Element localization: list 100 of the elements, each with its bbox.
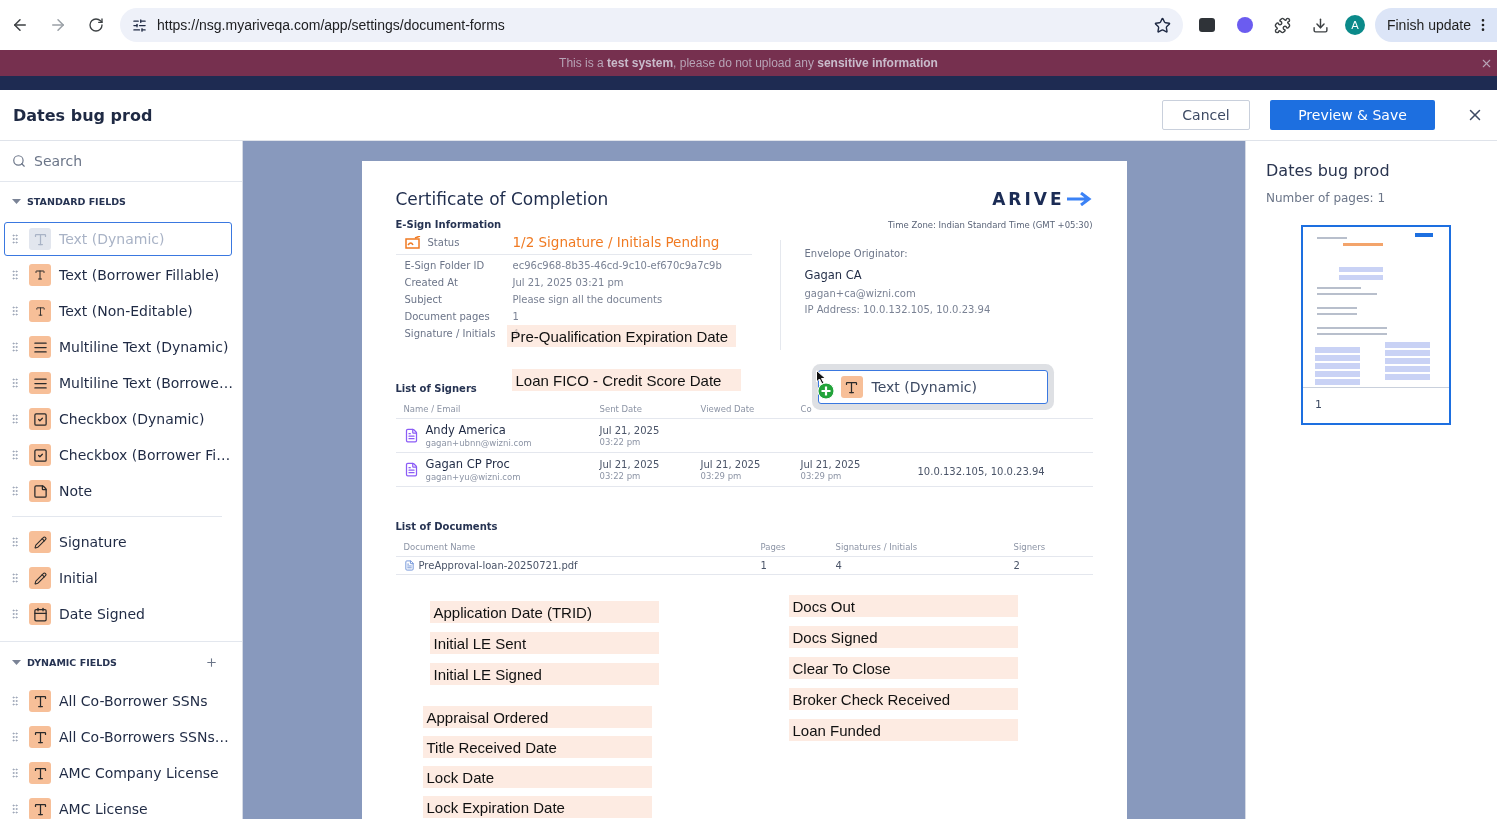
- column-header: Signatures / Initials: [835, 542, 919, 552]
- drag-handle-icon[interactable]: [9, 731, 21, 743]
- date-text: Jul 21, 2025: [599, 458, 661, 470]
- page-number: 1: [1315, 398, 1322, 411]
- time-text: 03:29 pm: [800, 470, 843, 481]
- document-name: PreApproval-loan-20250721.pdf: [418, 560, 578, 571]
- drag-handle-icon[interactable]: [9, 608, 21, 620]
- info-label: Created At: [404, 277, 459, 288]
- pencil-icon: [29, 567, 51, 589]
- field-type-item[interactable]: Multiline Text (Borrowe…: [4, 366, 232, 400]
- caret-down-icon[interactable]: [12, 658, 21, 667]
- placed-date-field[interactable]: Broker Check Received: [788, 688, 1018, 710]
- signer-name: Gagan CP Proc: [425, 457, 511, 471]
- info-value: Please sign all the documents: [512, 294, 663, 305]
- field-type-item[interactable]: All Co-Borrower SSNs: [4, 684, 232, 718]
- column-header: Pages: [760, 542, 787, 552]
- column-header: Document Name: [403, 542, 477, 552]
- table-cell-text: 2: [1013, 560, 1021, 571]
- bookmark-star-icon[interactable]: [1153, 16, 1171, 34]
- column-header: Signers: [1013, 542, 1047, 552]
- signature-icon: [404, 235, 422, 249]
- originator-email: gagan+ca@wizni.com: [804, 288, 917, 299]
- profile-avatar[interactable]: A: [1344, 15, 1365, 35]
- test-system-banner-text: This is a test system, please do not upload any sensitive information: [559, 56, 938, 70]
- drag-handle-icon[interactable]: [9, 269, 21, 281]
- placed-date-field[interactable]: Clear To Close: [788, 657, 1018, 679]
- multiline-text-icon: [29, 336, 51, 358]
- field-type-item[interactable]: Note: [4, 474, 232, 508]
- drag-handle-icon[interactable]: [9, 767, 21, 779]
- field-type-item[interactable]: Initial: [4, 561, 232, 595]
- letter-t-icon: [840, 376, 863, 398]
- placed-date-field[interactable]: Docs Signed: [788, 626, 1018, 648]
- certificate-title: Certificate of Completion: [395, 189, 609, 209]
- caret-down-icon[interactable]: [12, 197, 21, 206]
- page-thumbnail[interactable]: 1: [1301, 225, 1451, 425]
- signer-name: Andy America: [425, 423, 507, 437]
- field-type-item[interactable]: Multiline Text (Dynamic): [4, 330, 232, 364]
- section-heading: List of Documents: [395, 521, 498, 532]
- placed-date-field[interactable]: Initial LE Signed: [429, 663, 659, 685]
- drag-handle-icon[interactable]: [9, 413, 21, 425]
- section-title: STANDARD FIELDS: [27, 196, 127, 207]
- text-field-icon: [29, 264, 51, 286]
- signer-card-icon: [403, 428, 419, 443]
- address-bar[interactable]: https://nsg.myariveqa.com/app/settings/document-forms: [120, 8, 1183, 42]
- add-icon[interactable]: [205, 656, 218, 669]
- field-type-item[interactable]: AMC License: [4, 792, 232, 819]
- placed-date-field[interactable]: Lock Date: [422, 766, 652, 788]
- status-value: 1/2 Signature / Initials Pending: [512, 234, 720, 250]
- drag-handle-icon[interactable]: [9, 485, 21, 497]
- letter-t-icon: [29, 798, 51, 819]
- document-icon: [403, 560, 415, 571]
- field-type-item[interactable]: Checkbox (Borrower Fi…: [4, 438, 232, 472]
- search-icon: [12, 154, 26, 168]
- drag-handle-icon[interactable]: [9, 305, 21, 317]
- placed-date-field[interactable]: Loan Funded: [788, 719, 1018, 741]
- date-text: Jul 21, 2025: [800, 458, 862, 470]
- placed-date-field[interactable]: Docs Out: [788, 595, 1018, 617]
- info-label: Subject: [404, 294, 443, 305]
- info-label: Document pages: [404, 311, 491, 322]
- time-text: 03:22 pm: [599, 470, 642, 481]
- site-info-icon[interactable]: [132, 17, 147, 33]
- placed-date-field[interactable]: Appraisal Ordered: [422, 706, 652, 728]
- info-value: Jul 21, 2025 03:21 pm: [512, 277, 624, 288]
- drag-handle-icon[interactable]: [9, 341, 21, 353]
- placed-date-field[interactable]: Lock Expiration Date: [422, 796, 652, 818]
- field-type-item[interactable]: Text (Non-Editable): [4, 294, 232, 328]
- placed-date-field[interactable]: Application Date (TRID): [429, 601, 659, 623]
- drag-handle-icon[interactable]: [9, 572, 21, 584]
- drag-handle-icon[interactable]: [9, 695, 21, 707]
- placed-date-field[interactable]: Initial LE Sent: [429, 632, 659, 654]
- field-type-item[interactable]: Signature: [4, 525, 232, 559]
- section-heading: List of Signers: [395, 383, 477, 394]
- field-type-item[interactable]: All Co-Borrowers SSNs…: [4, 720, 232, 754]
- drag-handle-icon[interactable]: [9, 449, 21, 461]
- drag-handle-icon[interactable]: [9, 377, 21, 389]
- drag-handle-icon[interactable]: [9, 803, 21, 815]
- finish-update-button[interactable]: Finish update: [1374, 8, 1497, 42]
- field-type-item[interactable]: Checkbox (Dynamic): [4, 402, 232, 436]
- preview-save-button[interactable]: Preview & Save: [1270, 100, 1435, 130]
- table-cell-text: 1: [760, 560, 768, 571]
- column-header: Sent Date: [599, 404, 643, 414]
- signer-email: gagan+yu@wizni.com: [425, 472, 521, 482]
- timezone-text: Time Zone: Indian Standard Time (GMT +05:30): [887, 219, 1093, 230]
- placed-date-field[interactable]: Title Received Date: [422, 736, 652, 758]
- field-type-item[interactable]: AMC Company License: [4, 756, 232, 790]
- placed-date-field[interactable]: Loan FICO - Credit Score Date: [511, 369, 741, 391]
- forward-arrow-icon: [49, 16, 67, 34]
- cancel-button[interactable]: Cancel: [1162, 100, 1250, 130]
- reload-icon: [88, 17, 104, 33]
- field-type-item[interactable]: Text (Borrower Fillable): [4, 258, 232, 292]
- section-title: DYNAMIC FIELDS: [27, 657, 118, 668]
- info-value: ec96c968-8b35-46cd-9c10-ef670c9a7c9b: [512, 260, 722, 271]
- date-text: Jul 21, 2025: [599, 424, 661, 436]
- ip-address-text: 10.0.132.105, 10.0.23.94: [917, 466, 1045, 477]
- drag-handle-icon[interactable]: [9, 233, 21, 245]
- field-type-item[interactable]: Date Signed: [4, 597, 232, 631]
- drag-handle-icon[interactable]: [9, 536, 21, 548]
- form-title: Dates bug prod: [13, 105, 154, 125]
- add-badge-icon: [816, 382, 835, 400]
- time-text: 03:29 pm: [700, 470, 743, 481]
